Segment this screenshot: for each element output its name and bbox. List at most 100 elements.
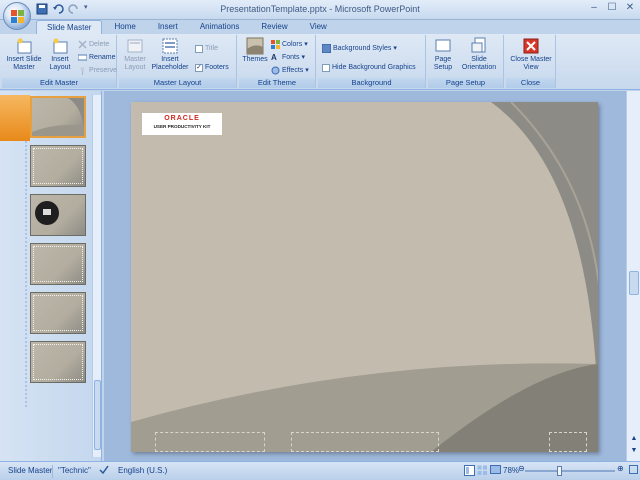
slide-sorter-icon[interactable] xyxy=(477,465,488,478)
insert-slide-master-button[interactable]: Insert Slide Master xyxy=(6,37,42,72)
page-setup-button[interactable]: Page Setup xyxy=(430,37,456,72)
close-master-view-icon xyxy=(523,38,539,54)
layout-thumbnail-2[interactable] xyxy=(30,194,86,236)
hide-background-graphics-checkbox[interactable]: Hide Background Graphics xyxy=(322,62,416,73)
rename-label: Rename xyxy=(89,54,116,61)
slide-master-thumbnail[interactable] xyxy=(30,96,86,138)
slide-background xyxy=(131,102,598,452)
layout-thumbnail-1[interactable] xyxy=(30,145,86,187)
footer-placeholder[interactable] xyxy=(291,432,439,452)
tab-slide-master[interactable]: Slide Master xyxy=(36,20,103,34)
footers-checkbox-label: Footers xyxy=(205,64,229,71)
status-language[interactable]: English (U.S.) xyxy=(118,466,167,475)
group-label-edit-master: Edit Master xyxy=(2,78,116,88)
next-slide-icon[interactable]: ▼ xyxy=(628,447,640,457)
close-master-view-button[interactable]: Close Master View xyxy=(509,37,553,72)
insert-placeholder-label: Insert Placeholder xyxy=(151,56,189,71)
close-button[interactable]: ✕ xyxy=(624,2,636,14)
delete-icon xyxy=(78,40,87,49)
fonts-button[interactable]: A Fonts ▾ xyxy=(271,52,305,63)
status-view: Slide Master xyxy=(8,466,53,475)
group-master-layout: Master Layout Insert Placeholder Title ✓… xyxy=(119,35,237,88)
placeholder-outline xyxy=(33,148,83,184)
slide-number-placeholder[interactable] xyxy=(549,432,587,452)
effects-icon xyxy=(271,66,280,75)
title-checkbox-label: Title xyxy=(205,45,218,52)
footers-checkbox[interactable]: ✓ Footers xyxy=(195,62,229,73)
status-theme: "Technic" xyxy=(58,466,91,475)
thumbnails-scrollbar[interactable] xyxy=(92,95,101,457)
fonts-icon: A xyxy=(271,53,277,62)
date-placeholder[interactable] xyxy=(155,432,265,452)
zoom-slider[interactable] xyxy=(525,466,615,476)
title-checkbox[interactable]: Title xyxy=(195,43,218,54)
hide-background-graphics-box xyxy=(322,63,330,72)
separator xyxy=(52,465,53,478)
maximize-button[interactable]: ☐ xyxy=(606,2,618,14)
background-styles-icon xyxy=(321,43,332,54)
preserve-button[interactable]: Preserve xyxy=(78,65,117,76)
group-label-close: Close xyxy=(506,78,555,88)
slide-orientation-button[interactable]: Slide Orientation xyxy=(456,37,502,72)
tab-view[interactable]: View xyxy=(300,20,337,34)
group-background: Background Styles ▾ Hide Background Graph… xyxy=(318,35,426,88)
themes-button[interactable]: Themes xyxy=(242,37,268,64)
zoom-slider-knob[interactable] xyxy=(557,466,562,476)
insert-placeholder-button[interactable]: Insert Placeholder xyxy=(149,37,191,72)
delete-button[interactable]: Delete xyxy=(78,39,109,50)
layout-thumbnail-5[interactable] xyxy=(30,341,86,383)
placeholder-outline xyxy=(33,295,83,331)
tab-animations[interactable]: Animations xyxy=(190,20,250,34)
effects-button[interactable]: Effects ▾ xyxy=(271,65,309,76)
group-label-background: Background xyxy=(318,78,425,88)
fit-to-window-icon[interactable] xyxy=(629,465,638,476)
zoom-level[interactable]: 78% xyxy=(503,466,519,475)
master-layout-icon xyxy=(127,39,143,53)
minimize-button[interactable]: – xyxy=(588,2,600,14)
spellcheck-icon[interactable] xyxy=(98,464,110,478)
themes-label: Themes xyxy=(242,56,268,63)
themes-icon xyxy=(246,37,264,55)
canvas-scrollbar[interactable]: ▲ ▼ xyxy=(626,91,640,461)
previous-slide-icon[interactable]: ▲ xyxy=(628,435,640,445)
group-edit-theme: Themes Colors ▾ A Fonts ▾ Effects ▾ Edit Th… xyxy=(239,35,316,88)
insert-layout-button[interactable]: Insert Layout xyxy=(46,37,74,72)
slideshow-icon[interactable] xyxy=(490,465,501,478)
office-button[interactable] xyxy=(3,2,31,30)
zoom-in-icon[interactable]: ⊕ xyxy=(617,464,624,473)
chevron-down-icon: ▾ xyxy=(301,54,306,61)
status-bar: Slide Master "Technic" English (U.S.) 78… xyxy=(0,461,640,480)
page-setup-icon xyxy=(435,39,451,52)
rename-button[interactable]: Rename xyxy=(77,52,116,63)
footers-checkbox-box: ✓ xyxy=(195,63,203,72)
logo-name: ORACLE xyxy=(164,115,200,122)
scrollbar-thumb[interactable] xyxy=(629,271,639,295)
rename-icon xyxy=(77,53,88,62)
normal-view-icon[interactable] xyxy=(464,465,475,478)
background-styles-button[interactable]: Background Styles ▾ xyxy=(321,43,397,54)
tab-insert[interactable]: Insert xyxy=(148,20,188,34)
thumb-art xyxy=(35,201,59,225)
group-page-setup: Page Setup Slide Orientation Page Setup xyxy=(428,35,504,88)
master-layout-label: Master Layout xyxy=(124,56,146,71)
colors-button[interactable]: Colors ▾ xyxy=(271,39,308,50)
layout-thumbnail-4[interactable] xyxy=(30,292,86,334)
ribbon-tabs: Slide Master Home Insert Animations Revi… xyxy=(36,20,337,34)
pin-icon xyxy=(78,66,87,75)
group-label-master-layout: Master Layout xyxy=(119,78,236,88)
layout-thumbnail-3[interactable] xyxy=(30,243,86,285)
tab-review[interactable]: Review xyxy=(251,20,297,34)
hide-background-graphics-label: Hide Background Graphics xyxy=(332,64,416,71)
close-master-view-label: Close Master View xyxy=(510,56,552,71)
scrollbar-thumb[interactable] xyxy=(94,380,101,450)
master-layout-button[interactable]: Master Layout xyxy=(121,37,149,72)
page-setup-label: Page Setup xyxy=(433,56,453,71)
delete-label: Delete xyxy=(89,41,110,48)
zoom-out-icon[interactable]: ⊖ xyxy=(518,464,525,473)
insert-layout-icon xyxy=(53,38,68,54)
tab-home[interactable]: Home xyxy=(104,20,145,34)
slide-master-preview[interactable]: ORACLE USER PRODUCTIVITY KIT xyxy=(131,102,598,452)
slide-thumbnails-panel xyxy=(0,91,102,461)
logo-subtitle: USER PRODUCTIVITY KIT xyxy=(153,124,211,129)
slide-orientation-label: Slide Orientation xyxy=(461,56,497,71)
